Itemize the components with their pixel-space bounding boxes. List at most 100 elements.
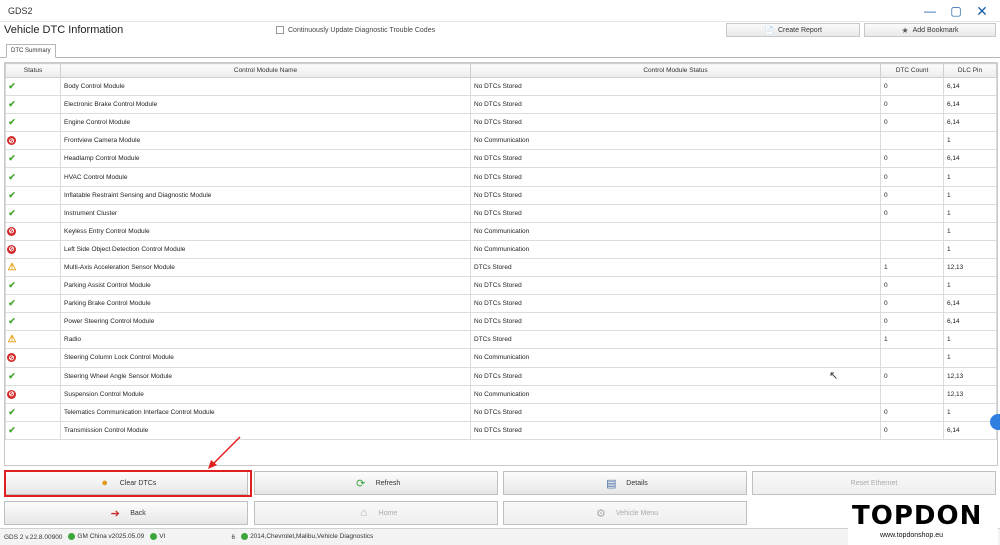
refresh-button[interactable]: ⟳ Refresh	[254, 471, 498, 495]
row-dtc-count	[880, 239, 944, 259]
table-row[interactable]: ⊘ Frontview Camera Module No Communication…	[5, 131, 997, 151]
row-status: ✔	[5, 203, 61, 223]
column-header-module[interactable]: Control Module Name	[60, 63, 471, 78]
add-bookmark-button[interactable]: ★ Add Bookmark	[864, 23, 996, 37]
table-row[interactable]: ✔ Transmission Control Module No DTCs Stor…	[5, 420, 997, 440]
row-module-name: Power Steering Control Module	[60, 312, 471, 332]
continuous-update-option[interactable]: Continuously Update Diagnostic Trouble C…	[276, 26, 435, 34]
close-icon[interactable]: ✕	[972, 3, 992, 19]
column-header-module-status[interactable]: Control Module Status	[470, 63, 881, 78]
row-status: ✔	[5, 402, 61, 422]
row-dtc-count: 0	[880, 312, 944, 332]
table-row[interactable]: ✔ HVAC Control Module No DTCs Stored 0 1	[5, 167, 997, 187]
maximize-icon[interactable]: ▢	[946, 4, 966, 18]
table-row[interactable]: ✔ Power Steering Control Module No DTCs St…	[5, 312, 997, 332]
row-module-status: No Communication	[470, 221, 881, 241]
table-row[interactable]: ✔ Telematics Communication Interface Cont…	[5, 402, 997, 422]
row-dtc-count: 0	[880, 149, 944, 169]
row-module-status: No DTCs Stored	[470, 276, 881, 296]
table-row[interactable]: ⊘ Keyless Entry Control Module No Communic…	[5, 221, 997, 241]
clear-dtcs-button[interactable]: ● Clear DTCs	[4, 471, 248, 495]
continuous-update-label: Continuously Update Diagnostic Trouble C…	[288, 26, 436, 34]
row-status: ✔	[5, 276, 61, 296]
table-row[interactable]: ✔ Electronic Brake Control Module No DTCs …	[5, 95, 997, 115]
tab-dtc-summary[interactable]: DTC Summary	[6, 44, 56, 58]
table-row[interactable]: ⊘ Steering Column Lock Control Module No C…	[5, 348, 997, 368]
row-status: ⊘	[5, 221, 61, 241]
row-module-name: Steering Wheel Angle Sensor Module	[60, 366, 471, 386]
vehicle-menu-button[interactable]: ⚙ Vehicle Menu	[503, 501, 747, 525]
table-row[interactable]: ⊘ Left Side Object Detection Control Modu…	[5, 239, 997, 259]
back-button[interactable]: ➔ Back	[4, 501, 248, 525]
column-header-status[interactable]: Status	[5, 63, 61, 78]
row-dlc-pin: 12,13	[943, 384, 997, 404]
row-module-name: Electronic Brake Control Module	[60, 95, 471, 115]
row-dtc-count: 0	[880, 420, 944, 440]
details-label: Details	[626, 479, 648, 487]
gm-version: GM China v2025.05.09	[77, 533, 145, 541]
create-report-button[interactable]: 📄 Create Report	[726, 23, 860, 37]
column-header-dtc-count[interactable]: DTC Count	[880, 63, 944, 78]
row-dlc-pin: 6,14	[943, 149, 997, 169]
table-row[interactable]: ⚠ Radio DTCs Stored 1 1	[5, 330, 997, 350]
row-dlc-pin: 6,14	[943, 76, 997, 97]
home-button[interactable]: ⌂ Home	[254, 501, 498, 525]
column-header-dlc-pin[interactable]: DLC Pin	[943, 63, 997, 78]
row-status: ✔	[5, 76, 61, 97]
row-module-name: Left Side Object Detection Control Modul…	[60, 239, 471, 259]
table-row[interactable]: ⊘ Suspension Control Module No Communicati…	[5, 384, 997, 404]
row-status: ⚠	[5, 330, 61, 350]
row-module-name: Headlamp Control Module	[60, 149, 471, 169]
row-module-name: Steering Column Lock Control Module	[60, 348, 471, 368]
vin-status: VI	[150, 533, 166, 541]
row-module-name: Telematics Communication Interface Contr…	[60, 402, 471, 422]
row-module-name: Transmission Control Module	[60, 420, 471, 440]
table-row[interactable]: ✔ Steering Wheel Angle Sensor Module No DT…	[5, 366, 997, 386]
table-row[interactable]: ✔ Instrument Cluster No DTCs Stored 0 1	[5, 203, 997, 223]
gm-status: GM China v2025.05.09	[68, 533, 145, 541]
row-module-status: No DTCs Stored	[470, 294, 881, 314]
row-dtc-count	[880, 384, 944, 404]
minimize-icon[interactable]: —	[920, 4, 940, 18]
continuous-update-checkbox[interactable]	[276, 26, 284, 34]
table-row[interactable]: ✔ Engine Control Module No DTCs Stored 0 6,1…	[5, 113, 997, 133]
no-communication-icon: ⊘	[7, 244, 16, 254]
side-panel-tab[interactable]	[990, 414, 1000, 430]
table-row[interactable]: ✔ Parking Brake Control Module No DTCs Sto…	[5, 294, 997, 314]
action-bar-primary: ● Clear DTCs ⟳ Refresh ▤ Details Reset E…	[0, 470, 1000, 497]
row-module-name: Keyless Entry Control Module	[60, 221, 471, 241]
checkmark-icon: ✔	[8, 81, 16, 92]
table-row[interactable]: ⚠ Multi-Axis Acceleration Sensor Module DT…	[5, 257, 997, 278]
table-row[interactable]: ✔ Body Control Module No DTCs Stored 0 6,14	[5, 76, 997, 97]
table-row[interactable]: ✔ Inflatable Restraint Sensing and Diagno…	[5, 185, 997, 205]
row-dlc-pin: 6,14	[943, 113, 997, 133]
row-dtc-count: 1	[880, 257, 944, 278]
row-dlc-pin: 1	[943, 185, 997, 205]
row-dtc-count: 0	[880, 167, 944, 187]
row-module-status: No DTCs Stored	[470, 76, 881, 97]
row-status: ⊘	[5, 131, 61, 151]
no-communication-icon: ⊘	[7, 389, 16, 399]
vehicle-menu-icon: ⚙	[596, 507, 606, 520]
topdon-watermark: TOPDON www.topdonshop.eu	[848, 501, 998, 545]
vehicle-description: 2014,Chevrolet,Malibu,Vehicle Diagnostic…	[250, 533, 374, 541]
row-dlc-pin: 1	[943, 167, 997, 187]
table-row[interactable]: ✔ Parking Assist Control Module No DTCs St…	[5, 276, 997, 296]
row-dtc-count	[880, 221, 944, 241]
row-dtc-count: 0	[880, 95, 944, 115]
table-row[interactable]: ✔ Headlamp Control Module No DTCs Stored 0 6…	[5, 149, 997, 169]
details-button[interactable]: ▤ Details	[503, 471, 747, 495]
checkmark-icon: ✔	[8, 424, 16, 435]
home-label: Home	[378, 509, 398, 517]
checkmark-icon: ✔	[8, 99, 16, 110]
reset-ethernet-button[interactable]: Reset Ethernet	[752, 471, 996, 495]
row-module-status: No Communication	[470, 348, 881, 368]
row-dtc-count	[880, 131, 944, 151]
row-module-status: No DTCs Stored	[470, 312, 881, 332]
row-module-status: No DTCs Stored	[470, 167, 881, 187]
row-status: ✔	[5, 113, 61, 133]
table-header-row: Status Control Module Name Control Modul…	[5, 63, 997, 78]
row-status: ⊘	[5, 348, 61, 368]
vin-partial: VI	[159, 533, 166, 541]
row-dtc-count: 0	[880, 203, 944, 223]
